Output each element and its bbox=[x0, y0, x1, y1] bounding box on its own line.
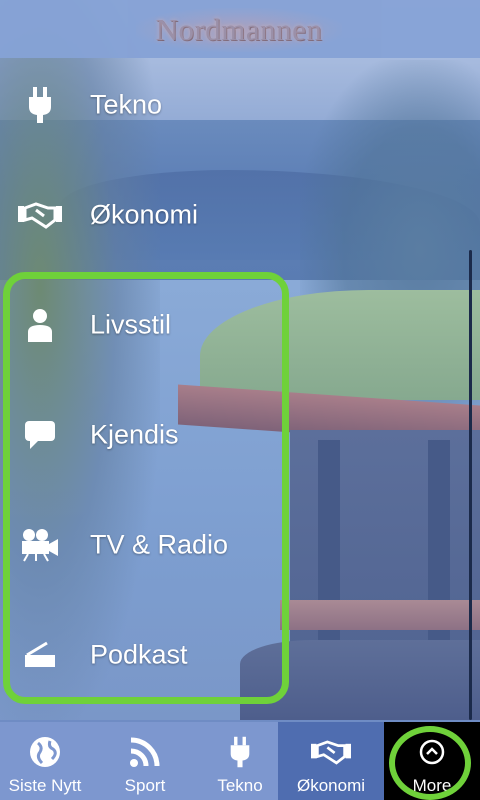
more-highlight-annotation bbox=[389, 726, 471, 800]
tab-label: Økonomi bbox=[296, 776, 366, 795]
plug-icon bbox=[18, 85, 62, 125]
tab-sport[interactable]: Sport bbox=[100, 722, 190, 800]
tab-label: Tekno bbox=[217, 776, 263, 795]
highlight-annotation bbox=[3, 272, 289, 704]
menu-item-okonomi[interactable]: Økonomi bbox=[0, 160, 300, 270]
plug-icon bbox=[220, 732, 260, 772]
tab-label: Sport bbox=[124, 776, 166, 795]
rss-icon bbox=[125, 732, 165, 772]
tab-okonomi[interactable]: Økonomi bbox=[278, 722, 384, 800]
tab-label: Siste Nytt bbox=[8, 776, 82, 795]
menu-scrollbar[interactable] bbox=[468, 250, 474, 720]
globe-icon bbox=[25, 732, 65, 772]
handshake-icon bbox=[311, 732, 351, 772]
tab-tekno[interactable]: Tekno bbox=[195, 722, 285, 800]
scrollbar-thumb[interactable] bbox=[469, 250, 472, 720]
menu-item-label: Økonomi bbox=[90, 199, 199, 230]
tab-siste-nytt[interactable]: Siste Nytt bbox=[0, 722, 90, 800]
menu-item-tekno[interactable]: Tekno bbox=[0, 50, 300, 160]
handshake-icon bbox=[18, 195, 62, 235]
menu-item-label: Tekno bbox=[90, 89, 163, 120]
app-logo: Nordmannen bbox=[136, 8, 342, 52]
